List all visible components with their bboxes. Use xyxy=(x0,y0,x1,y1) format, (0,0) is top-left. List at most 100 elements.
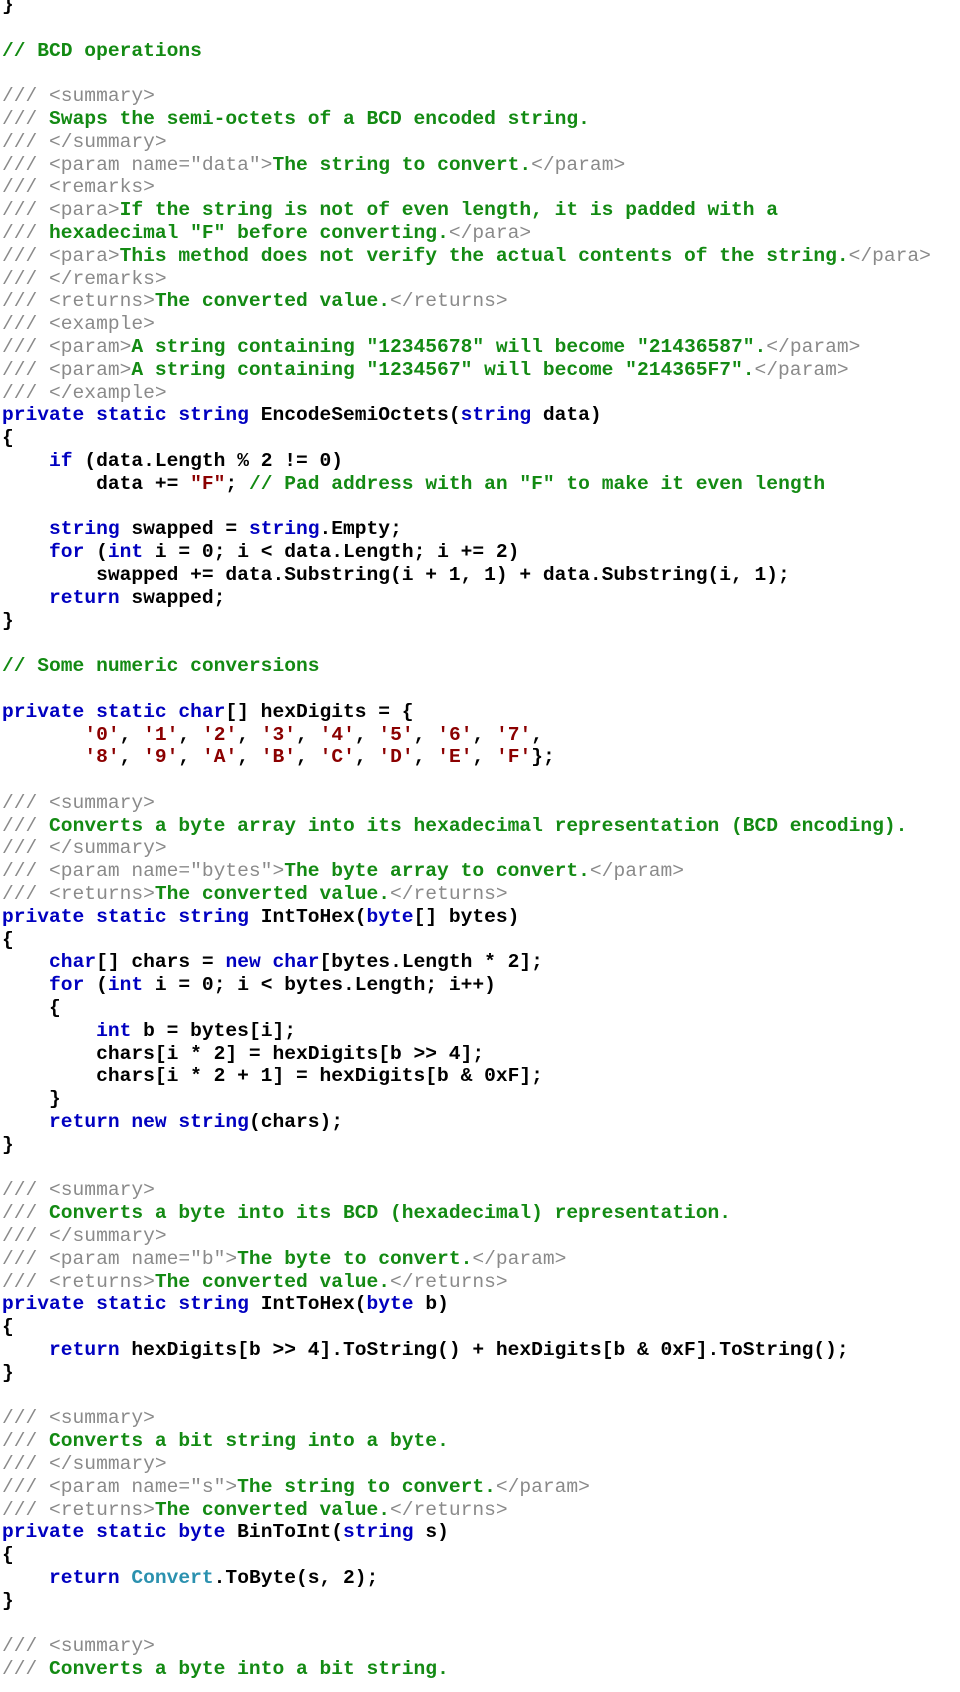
comment: The byte array to convert. xyxy=(284,860,590,883)
keyword: return xyxy=(49,586,120,609)
string-literal: 'A' xyxy=(201,746,238,769)
doc-comment-tag: </param> xyxy=(754,358,849,381)
doc-comment-tag: /// <summary> xyxy=(2,1179,155,1202)
doc-comment-tag: /// <remarks> xyxy=(2,176,155,199)
code-line: { xyxy=(2,997,960,1020)
code-text: , xyxy=(119,746,144,769)
code-line: /// <returns>The converted value.</retur… xyxy=(2,1271,960,1294)
doc-comment-tag: /// xyxy=(2,1202,50,1225)
code-text: chars[i * 2 + 1] = hexDigits[b & 0xF]; xyxy=(2,1065,543,1088)
comment: The converted value. xyxy=(154,1270,391,1293)
doc-comment-tag: /// xyxy=(2,221,50,244)
comment: // Some numeric conversions xyxy=(2,655,320,678)
code-text: } xyxy=(2,1361,14,1384)
code-line: return Convert.ToByte(s, 2); xyxy=(2,1567,960,1590)
comment: Converts a byte array into its hexadecim… xyxy=(49,814,908,837)
string-literal: 'E' xyxy=(437,746,473,769)
keyword: for xyxy=(49,974,85,997)
keyword: int xyxy=(107,974,144,997)
keyword: string xyxy=(460,404,532,427)
code-text: } xyxy=(2,1088,61,1111)
string-literal: 'B' xyxy=(260,746,297,769)
code-text: { xyxy=(2,1316,14,1339)
code-line: /// hexadecimal "F" before converting.</… xyxy=(2,222,960,245)
code-line: /// Converts a byte into its BCD (hexade… xyxy=(2,1202,960,1225)
code-text: ( xyxy=(84,974,108,997)
string-literal: '8' xyxy=(84,746,120,769)
code-text: , xyxy=(119,723,144,746)
keyword: private static string xyxy=(2,1293,261,1316)
string-literal: '7' xyxy=(496,723,532,746)
code-line: /// <para>If the string is not of even l… xyxy=(2,199,960,222)
code-line: /// <returns>The converted value.</retur… xyxy=(2,1499,960,1522)
code-text: .Empty; xyxy=(319,518,402,541)
code-text: } xyxy=(2,1133,14,1156)
code-line: /// <param name="data">The string to con… xyxy=(2,154,960,177)
code-text: } xyxy=(2,1589,14,1612)
code-text: , xyxy=(472,746,496,769)
string-literal: '1' xyxy=(143,723,179,746)
code-text: ( xyxy=(84,541,108,564)
doc-comment-tag: /// <param name="s"> xyxy=(2,1475,238,1498)
code-line: /// </summary> xyxy=(2,131,960,154)
doc-comment-tag: /// <returns> xyxy=(2,883,155,906)
code-line: // BCD operations xyxy=(2,40,960,63)
keyword: new char xyxy=(225,951,320,974)
code-text: [] hexDigits = { xyxy=(225,700,414,723)
code-text: data += xyxy=(2,472,191,495)
code-line: /// <param>A string containing "12345678… xyxy=(2,336,960,359)
code-text: } xyxy=(2,609,14,632)
keyword: int xyxy=(96,1019,132,1042)
comment: A string containing "12345678" will beco… xyxy=(131,335,767,358)
comment: // BCD operations xyxy=(2,39,202,62)
keyword: byte xyxy=(366,905,414,928)
code-line: /// <summary> xyxy=(2,792,960,815)
code-text: IntToHex( xyxy=(260,905,367,928)
code-line: return swapped; xyxy=(2,587,960,610)
doc-comment-tag: /// </summary> xyxy=(2,837,167,860)
comment: // Pad address with an "F" to make it ev… xyxy=(248,472,826,495)
code-text: IntToHex( xyxy=(260,1293,367,1316)
doc-comment-tag: </param> xyxy=(589,860,684,883)
string-literal: '4' xyxy=(319,723,355,746)
doc-comment-tag: /// </remarks> xyxy=(2,267,167,290)
code-line: /// <summary> xyxy=(2,1179,960,1202)
comment: Converts a bit string into a byte. xyxy=(49,1430,449,1453)
code-text: , xyxy=(296,746,320,769)
doc-comment-tag: </returns> xyxy=(390,883,508,906)
keyword: if xyxy=(49,449,73,472)
doc-comment-tag: /// <para> xyxy=(2,199,120,222)
code-line: private static char[] hexDigits = { xyxy=(2,701,960,724)
code-line: string swapped = string.Empty; xyxy=(2,518,960,541)
doc-comment-tag: /// <summary> xyxy=(2,1635,155,1658)
code-text: , xyxy=(178,746,202,769)
comment: Converts a byte into its BCD (hexadecima… xyxy=(49,1202,732,1225)
keyword: return xyxy=(49,1339,120,1362)
doc-comment-tag: </para> xyxy=(848,244,931,267)
doc-comment-tag: /// <param> xyxy=(2,335,132,358)
code-line: } xyxy=(2,1088,960,1111)
code-line: /// </example> xyxy=(2,382,960,405)
keyword: private static byte xyxy=(2,1521,238,1544)
code-listing: } // BCD operations /// <summary>/// Swa… xyxy=(0,0,960,1681)
doc-comment-tag: </param> xyxy=(766,335,861,358)
string-literal: '3' xyxy=(260,723,297,746)
code-line: /// </summary> xyxy=(2,837,960,860)
code-line: '0', '1', '2', '3', '4', '5', '6', '7', xyxy=(2,724,960,747)
keyword: int xyxy=(107,541,144,564)
code-text: , xyxy=(531,723,544,746)
code-line: /// <example> xyxy=(2,313,960,336)
code-text: , xyxy=(296,723,320,746)
code-text: , xyxy=(354,723,379,746)
code-text: data) xyxy=(531,404,602,427)
code-line: /// Converts a byte into a bit string. xyxy=(2,1658,960,1681)
code-line: { xyxy=(2,1316,960,1339)
code-text: (chars); xyxy=(248,1111,344,1134)
keyword: private static char xyxy=(2,700,226,723)
